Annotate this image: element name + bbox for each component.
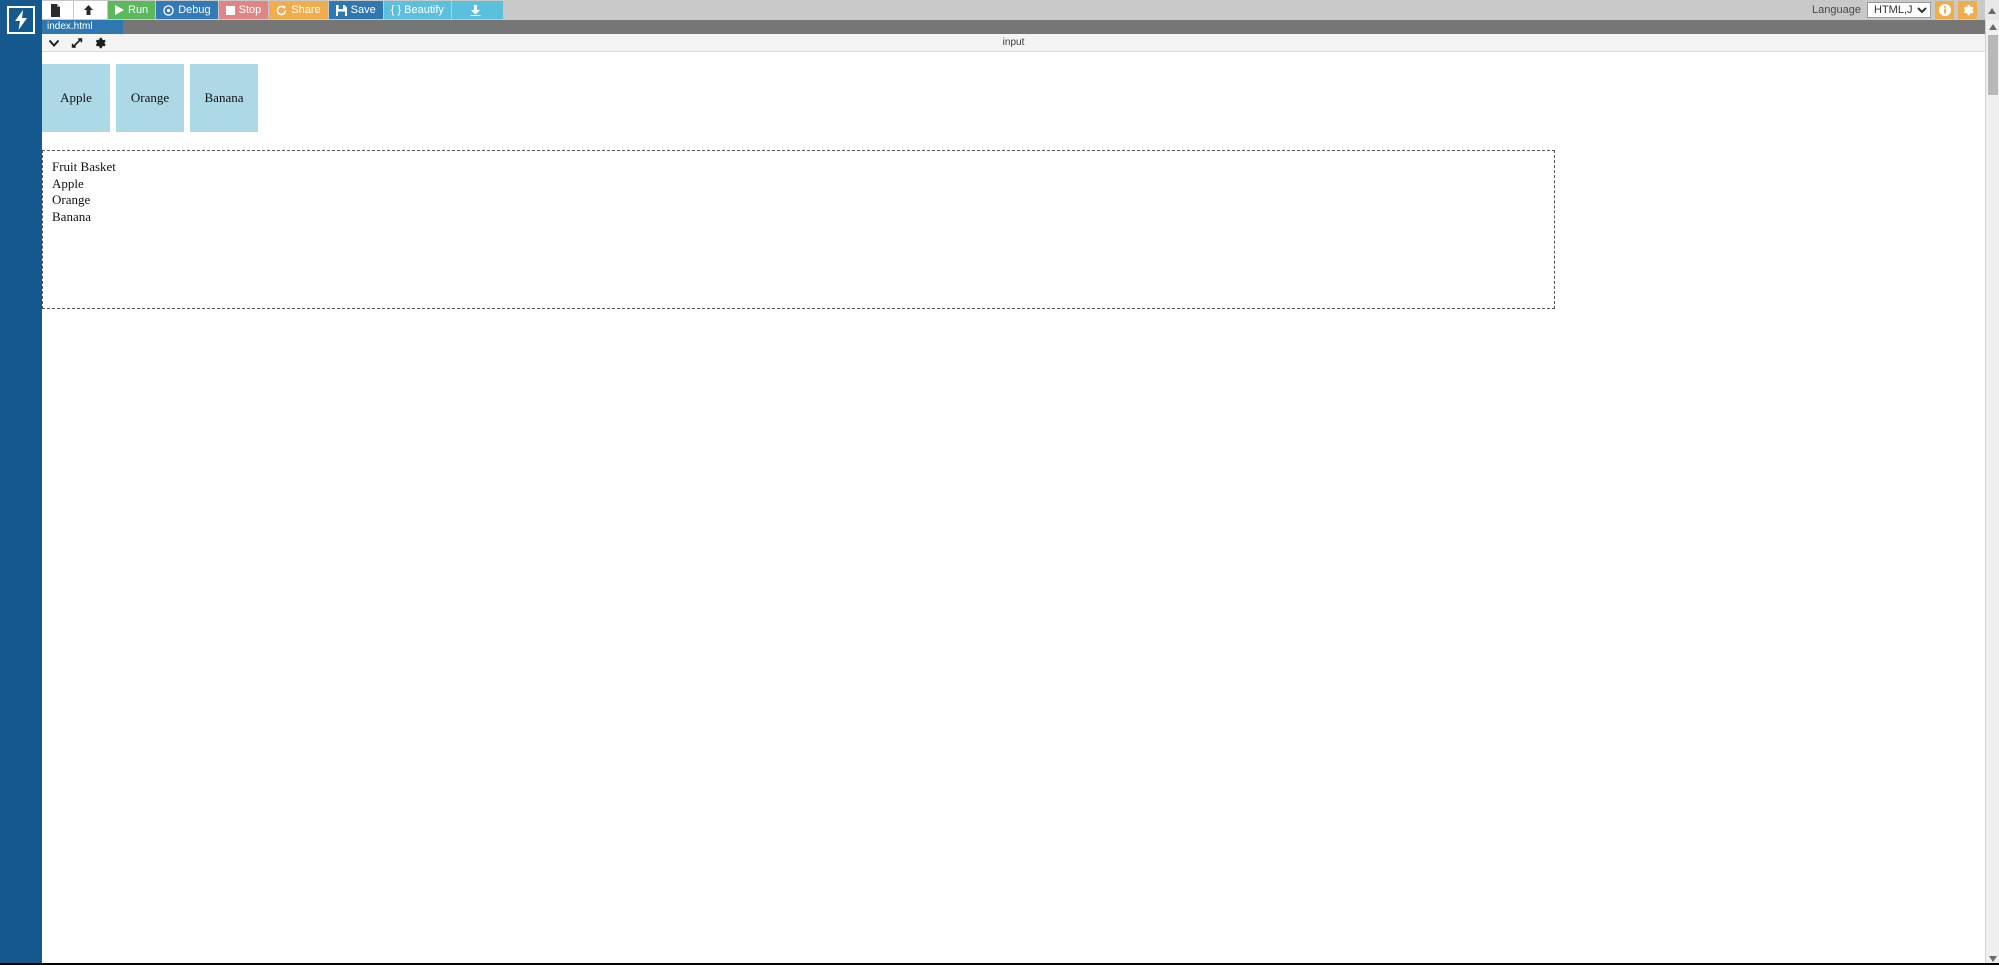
download-button[interactable] — [451, 1, 503, 19]
debug-label: Debug — [178, 3, 211, 16]
list-item: Orange — [52, 192, 91, 207]
debug-target-icon — [163, 4, 174, 16]
fruit-card[interactable]: Apple — [42, 64, 110, 132]
save-button[interactable]: Save — [328, 1, 383, 19]
new-file-button[interactable] — [42, 1, 73, 19]
preview-header: input — [42, 34, 1985, 52]
beautify-button[interactable]: { } Beautify — [383, 1, 451, 19]
stop-square-icon — [225, 5, 235, 15]
tab-label: index.html — [47, 21, 93, 32]
open-file-button[interactable] — [74, 1, 107, 19]
info-circle-icon — [1938, 4, 1951, 16]
beautify-label: { } Beautify — [390, 3, 444, 16]
info-button[interactable] — [1935, 1, 1954, 19]
scroll-up-arrow-icon[interactable] — [1985, 4, 1999, 17]
fruit-card-label: Orange — [130, 90, 170, 105]
share-label: Share — [291, 3, 321, 16]
run-label: Run — [128, 3, 149, 16]
download-icon — [470, 4, 481, 16]
page-scrollbar[interactable] — [1985, 20, 1999, 965]
share-icon — [276, 4, 287, 16]
settings-button[interactable] — [1958, 1, 1977, 19]
main-toolbar: Run Debug Stop Share Save {} Beautify L… — [42, 0, 1999, 20]
language-select[interactable]: HTML,JS,C — [1867, 2, 1931, 18]
tab-index-html[interactable]: index.html — [42, 20, 123, 34]
app-window: Run Debug Stop Share Save {} Beautify L… — [0, 0, 1999, 965]
toolbar-button-group: Run Debug Stop Share Save {} Beautify — [42, 0, 504, 20]
app-logo[interactable] — [7, 6, 35, 34]
stop-button[interactable]: Stop — [218, 1, 269, 19]
toolbar-scroll-up[interactable] — [1985, 0, 1999, 20]
fruit-card-label: Banana — [204, 90, 244, 105]
preview-pane: input Apple Orange Banana Fruit Basket A… — [42, 34, 1985, 965]
preview-title: input — [1002, 37, 1025, 48]
output-list: Fruit Basket Apple Orange Banana — [43, 151, 1554, 225]
save-label: Save — [350, 3, 376, 16]
lightning-bolt-icon — [13, 10, 29, 30]
play-icon — [115, 5, 124, 15]
fruit-card[interactable]: Orange — [116, 64, 184, 132]
open-file-icon — [82, 4, 95, 17]
file-tabstrip: index.html — [42, 20, 1985, 34]
left-rail — [0, 0, 42, 965]
new-file-icon — [50, 3, 61, 17]
share-button[interactable]: Share — [269, 1, 328, 19]
list-item: Banana — [52, 208, 91, 224]
list-item: Apple — [52, 175, 84, 191]
scrollbar-thumb[interactable] — [1988, 35, 1998, 95]
run-button[interactable]: Run — [108, 1, 156, 19]
gear-icon — [1962, 4, 1974, 16]
fruit-card[interactable]: Banana — [190, 64, 258, 132]
fruit-card-row: Apple Orange Banana — [42, 64, 264, 132]
toolbar-right-group: Language HTML,JS,C — [1812, 0, 1977, 20]
language-label: Language — [1812, 4, 1861, 16]
list-item: Fruit Basket — [52, 159, 116, 174]
preview-body: Apple Orange Banana Fruit Basket Apple O… — [42, 52, 1985, 949]
stop-label: Stop — [238, 3, 262, 16]
debug-button[interactable]: Debug — [156, 1, 218, 19]
scroll-up-arrow-icon[interactable] — [1986, 20, 1999, 33]
fruit-card-label: Apple — [60, 90, 92, 105]
output-dropzone[interactable]: Fruit Basket Apple Orange Banana — [42, 150, 1555, 309]
floppy-disk-icon — [335, 4, 347, 16]
